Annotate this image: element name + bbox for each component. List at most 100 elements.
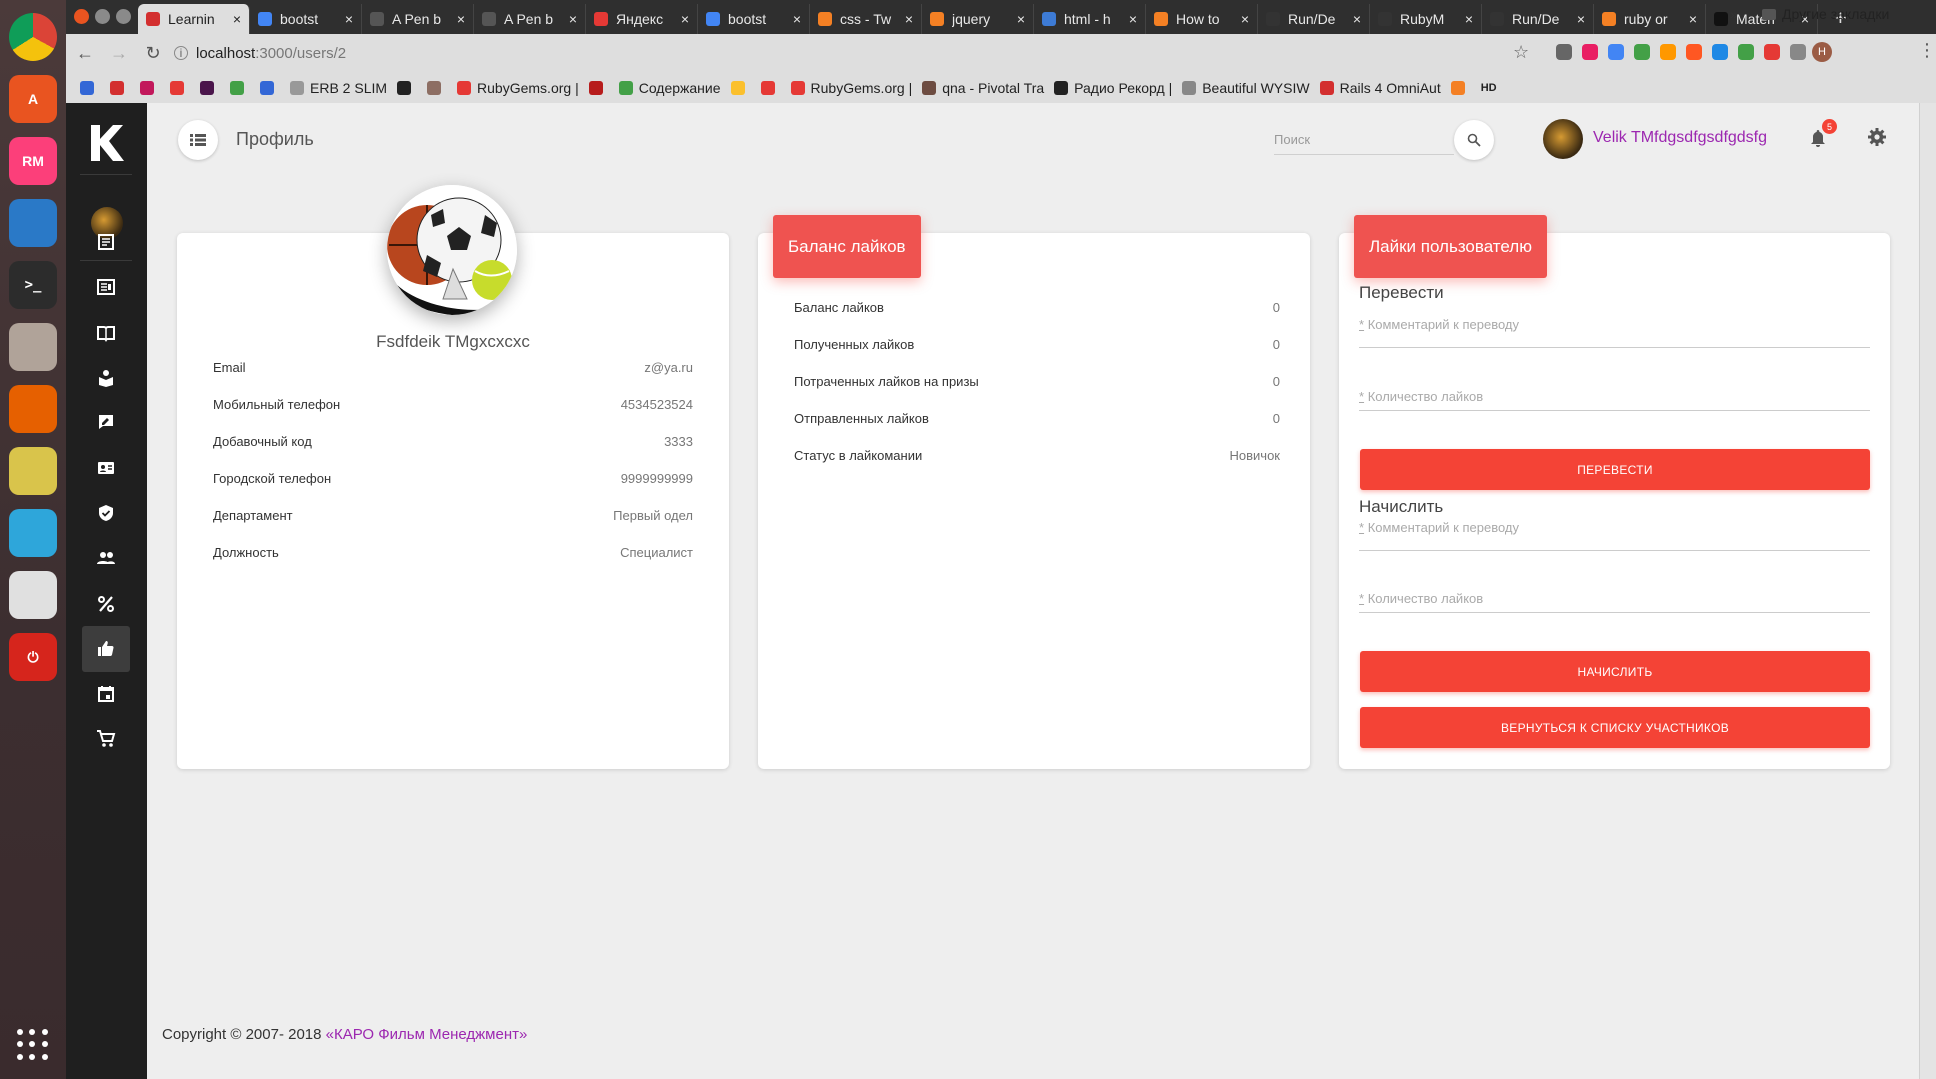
sidebar-item-security[interactable] (82, 490, 130, 536)
bookmark-item[interactable] (588, 80, 609, 95)
bookmark-item[interactable] (140, 80, 160, 95)
bookmark-item[interactable]: RubyGems.org | (790, 80, 912, 96)
site-info-icon[interactable]: i (174, 46, 188, 60)
sidebar-item-feedback[interactable] (82, 399, 130, 445)
tab-close-icon[interactable]: × (905, 11, 913, 27)
browser-tab[interactable]: RubyM × (1370, 4, 1482, 34)
extension-icon[interactable] (1738, 44, 1754, 60)
terminal-icon[interactable]: >_ (9, 261, 57, 309)
extension-icon[interactable] (1686, 44, 1702, 60)
sidebar-item-calendar[interactable] (82, 671, 130, 717)
back-icon[interactable]: ← (70, 43, 100, 64)
window-maximize-button[interactable] (116, 9, 131, 24)
sidebar-item-news[interactable] (82, 219, 130, 265)
bookmark-item[interactable] (170, 80, 190, 95)
tab-close-icon[interactable]: × (233, 11, 241, 27)
telegram-icon[interactable] (9, 509, 57, 557)
browser-tab[interactable]: Run/De × (1258, 4, 1370, 34)
bookmark-item[interactable]: Beautiful WYSIW (1182, 80, 1310, 96)
bookmark-item[interactable] (427, 80, 447, 95)
window-minimize-button[interactable] (95, 9, 110, 24)
user-name-link[interactable]: Velik TMfdgsdfgsdfgdsfg (1593, 129, 1767, 147)
bookmark-item[interactable]: qna - Pivotal Tra (922, 80, 1044, 96)
bookmark-item[interactable] (730, 80, 751, 95)
extension-icon[interactable] (1712, 44, 1728, 60)
sidebar-toggle-button[interactable] (178, 120, 218, 160)
bookmark-item[interactable]: RubyGems.org | (457, 80, 579, 96)
browser-tab[interactable]: html - h × (1034, 4, 1146, 34)
transfer-button[interactable]: ПЕРЕВЕСТИ (1360, 449, 1870, 490)
tab-close-icon[interactable]: × (681, 11, 689, 27)
bookmark-item[interactable] (80, 80, 100, 95)
sidebar-item-feed[interactable] (82, 264, 130, 310)
gear-icon[interactable] (1867, 127, 1887, 147)
chrome-icon[interactable] (9, 13, 57, 61)
extension-icon[interactable] (1608, 44, 1624, 60)
forward-icon[interactable]: → (104, 43, 134, 64)
bookmarks-more-button[interactable]: » (1730, 6, 1738, 22)
tab-close-icon[interactable]: × (569, 11, 577, 27)
window-close-button[interactable] (74, 9, 89, 24)
bookmark-item[interactable]: HD (1481, 82, 1497, 94)
sidebar-item-contacts[interactable] (82, 445, 130, 491)
browser-tab[interactable]: Яндекс × (586, 4, 698, 34)
extension-icon[interactable] (1634, 44, 1650, 60)
tab-close-icon[interactable]: × (345, 11, 353, 27)
settings-icon[interactable] (9, 571, 57, 619)
sidebar-item-shop[interactable] (82, 716, 130, 762)
search-input[interactable]: Поиск (1274, 125, 1454, 155)
transfer-amount-field[interactable]: * Количество лайков (1359, 389, 1870, 411)
extension-icon[interactable] (1556, 44, 1572, 60)
browser-tab[interactable]: How to × (1146, 4, 1258, 34)
tab-close-icon[interactable]: × (1241, 11, 1249, 27)
search-button[interactable] (1454, 120, 1494, 160)
browser-tab[interactable]: bootst × (698, 4, 810, 34)
transfer-comment-field[interactable]: * Комментарий к переводу (1359, 317, 1870, 348)
tab-close-icon[interactable]: × (457, 11, 465, 27)
bookmark-item[interactable]: Радио Рекорд | (1054, 80, 1172, 96)
extension-icon[interactable] (1660, 44, 1676, 60)
bookmark-item[interactable]: Содержание (618, 80, 721, 96)
rubymine-icon[interactable]: RM (9, 137, 57, 185)
reload-icon[interactable]: ↻ (138, 43, 168, 64)
firefox-icon[interactable] (9, 385, 57, 433)
bookmark-item[interactable]: Rails 4 OmniAut (1319, 80, 1441, 96)
bookmark-item[interactable] (200, 80, 220, 95)
browser-tab[interactable]: Learnin × (138, 4, 250, 34)
rhythmbox-icon[interactable] (9, 447, 57, 495)
other-bookmarks[interactable]: Другие закладки (1762, 6, 1889, 22)
back-to-members-button[interactable]: ВЕРНУТЬСЯ К СПИСКУ УЧАСТНИКОВ (1360, 707, 1870, 748)
sidebar-item-discounts[interactable] (82, 581, 130, 627)
browser-tab[interactable]: A Pen b × (362, 4, 474, 34)
browser-tab[interactable]: Run/De × (1482, 4, 1594, 34)
bookmark-star-icon[interactable]: ☆ (1513, 42, 1529, 63)
sidebar-item-likes[interactable] (82, 626, 130, 672)
shutdown-icon[interactable]: ⏻ (9, 633, 57, 681)
tab-close-icon[interactable]: × (1689, 11, 1697, 27)
sidebar-item-learning[interactable] (82, 355, 130, 401)
browser-menu-icon[interactable]: ⋮ (1918, 40, 1936, 61)
browser-tab[interactable]: bootst × (250, 4, 362, 34)
bookmark-item[interactable] (397, 80, 417, 95)
accrue-comment-field[interactable]: * Комментарий к переводу (1359, 520, 1870, 551)
sidebar-item-users[interactable] (82, 535, 130, 581)
bookmark-item[interactable] (760, 80, 781, 95)
browser-profile-avatar[interactable]: H (1812, 42, 1832, 62)
files-icon[interactable] (9, 323, 57, 371)
bookmark-item[interactable]: ERB 2 SLIM (290, 80, 387, 96)
accrue-button[interactable]: НАЧИСЛИТЬ (1360, 651, 1870, 692)
brand-logo[interactable] (88, 123, 124, 163)
tab-close-icon[interactable]: × (1353, 11, 1361, 27)
accrue-amount-field[interactable]: * Количество лайков (1359, 591, 1870, 613)
thunderbird-icon[interactable] (9, 199, 57, 247)
bookmark-item[interactable] (1450, 80, 1471, 95)
tab-close-icon[interactable]: × (1129, 11, 1137, 27)
bookmark-item[interactable] (110, 80, 130, 95)
extension-icon[interactable] (1790, 44, 1806, 60)
ubuntu-software-icon[interactable]: A (9, 75, 57, 123)
tab-close-icon[interactable]: × (793, 11, 801, 27)
address-bar[interactable]: i localhost:3000/users/2 (174, 39, 1574, 67)
bookmark-item[interactable] (230, 80, 250, 95)
tab-close-icon[interactable]: × (1017, 11, 1025, 27)
tab-close-icon[interactable]: × (1465, 11, 1473, 27)
